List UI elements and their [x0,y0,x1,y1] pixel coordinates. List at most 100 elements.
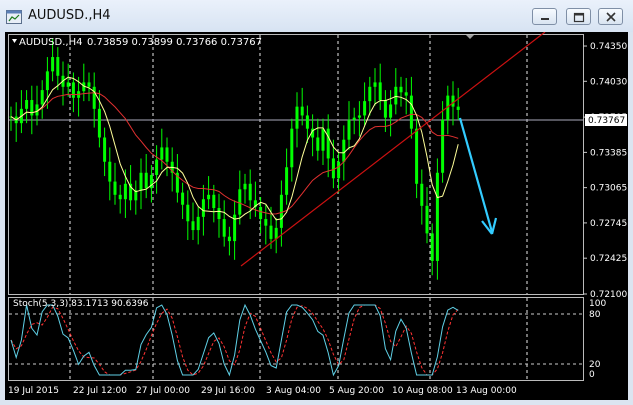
price-bar [368,76,372,116]
price-bar [389,90,393,137]
chart-symbol: AUDUSD.,H4 [19,37,82,48]
chart-area[interactable]: AUDUSD.,H4 0.73859 0.73899 0.73766 0.737… [5,32,628,400]
price-bar [217,193,221,238]
price-bar [363,82,367,126]
svg-text:0: 0 [589,370,595,380]
price-bar [399,76,403,107]
main-frame [8,34,584,381]
price-bar [40,80,44,119]
price-bar [186,190,190,240]
svg-text:80: 80 [589,310,601,320]
svg-text:0.73767: 0.73767 [588,116,625,126]
price-bar [113,162,117,205]
price-bar [108,147,112,201]
title-bar[interactable]: AUDUSD.,H4 [0,0,633,32]
price-bar [435,158,439,280]
price-bar [290,118,294,182]
price-bar [409,76,413,139]
price-axis-label: 0.73385 [590,148,627,158]
price-bar [285,148,289,205]
price-bar [311,114,315,157]
price-bar [66,63,70,97]
price-bar [9,106,13,131]
price-axis-label: 0.73065 [590,184,627,194]
maximize-button[interactable] [566,8,591,25]
time-axis-label: 10 Aug 08:00 [392,386,453,396]
price-bar [233,200,237,260]
chart-ohlc: 0.73859 0.73899 0.73766 0.73767 [87,37,262,48]
price-bar [118,184,122,214]
price-bar [56,47,60,91]
shift-marker-icon[interactable] [466,35,474,39]
price-bar [155,145,159,194]
price-bar [274,217,278,254]
price-bar [227,226,231,256]
price-bar [378,63,382,110]
forecast-arrow[interactable] [458,117,498,235]
time-axis-label: 5 Aug 20:00 [329,386,384,396]
price-bar [347,101,351,150]
price-axis-label: 0.74030 [590,77,627,87]
price-bar [165,137,169,177]
price-bar [357,101,361,137]
moving-average-fast [10,76,459,221]
price-bar [394,68,398,115]
price-bar [103,127,107,177]
price-bar [25,90,29,124]
vertical-grid [69,35,528,380]
price-bar [441,101,445,183]
price-bar [456,87,460,120]
time-axis-label: 22 Jul 12:00 [73,386,127,396]
price-bar [326,114,330,178]
window-title: AUDUSD.,H4 [28,8,111,23]
price-bar [181,182,185,220]
price-bar [207,176,211,210]
price-bar [82,63,86,102]
price-chart[interactable]: AUDUSD.,H4 0.73859 0.73899 0.73766 0.737… [5,32,628,400]
time-axis-label: 27 Jul 00:00 [136,386,190,396]
price-bar [196,206,200,245]
stoch-levels [9,313,583,365]
price-bar [279,180,283,247]
price-bar [316,118,320,161]
stoch-header: Stoch(5,3,3) 83.1713 90.6396 [13,299,149,309]
price-axis-label: 0.72745 [590,219,627,229]
price-bar [30,85,34,135]
price-bar [139,158,143,210]
minimize-button[interactable] [532,8,557,25]
current-price-tag: 0.73767 [585,114,627,126]
chart-window-icon [6,9,22,24]
price-bar [19,90,23,134]
price-bar [446,85,450,135]
price-axis: 0.743500.740300.737050.733850.730650.727… [583,42,627,300]
price-bar [35,85,39,126]
price-bar [425,187,429,244]
price-bar [222,200,226,247]
price-bar [352,107,356,135]
minimize-icon [541,18,549,20]
price-bar [175,154,179,203]
price-bar [191,202,195,240]
maximize-icon [573,12,585,23]
price-bars [9,38,460,280]
time-axis-label: 3 Aug 04:00 [266,386,321,396]
price-bar [87,72,91,102]
price-bar [134,180,138,215]
price-bar [243,173,247,204]
close-icon [606,12,616,22]
price-bar [321,118,325,166]
price-bar [430,223,434,276]
stoch-signal-line [10,304,459,376]
price-axis-label: 0.72425 [590,254,627,264]
svg-text:100: 100 [589,299,606,309]
svg-text:20: 20 [589,360,601,370]
price-bar [14,102,18,142]
price-bar [264,204,268,245]
close-button[interactable] [598,8,623,25]
time-axis-label: 13 Aug 00:00 [456,386,517,396]
price-bar [238,170,242,225]
price-bar [373,68,377,106]
chart-header: AUDUSD.,H4 0.73859 0.73899 0.73766 0.737… [12,37,262,48]
header-dropdown-icon[interactable] [12,39,17,43]
price-bar [253,181,257,217]
